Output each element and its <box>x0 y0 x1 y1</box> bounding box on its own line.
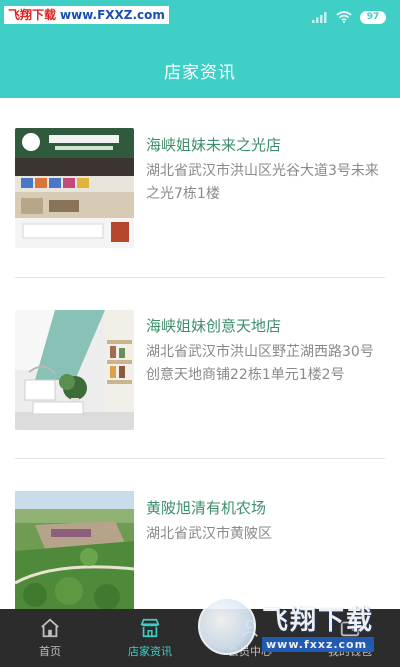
store-address: 湖北省武汉市洪山区野芷湖西路30号创意天地商铺22栋1单元1楼2号 <box>146 344 374 383</box>
status-icons: 97 <box>312 10 386 24</box>
wifi-icon <box>336 11 352 23</box>
nav-label: 店家资讯 <box>128 645 172 658</box>
logo-watermark-cn: 飞翔下载 <box>262 606 375 636</box>
home-icon <box>41 618 59 638</box>
store-name[interactable]: 黄陂旭清有机农场 <box>146 497 266 518</box>
signal-icon <box>312 12 327 23</box>
store-address: 湖北省武汉市洪山区光谷大道3号未来之光7栋1楼 <box>146 163 379 202</box>
site-watermark: 飞翔下载 www.FXXZ.com <box>4 6 169 24</box>
nav-item-store-info[interactable]: 店家资讯 <box>100 609 200 667</box>
nav-item-home[interactable]: 首页 <box>0 609 100 667</box>
app-header: 飞翔下载 www.FXXZ.com 97 店家资讯 <box>0 0 400 98</box>
logo-watermark-text: 飞翔下载 www.fxxz.com <box>262 600 375 652</box>
store-photo <box>15 491 134 611</box>
store-name[interactable]: 海峡姐妹未来之光店 <box>146 134 281 155</box>
watermark-url: www.FXXZ.com <box>60 8 165 22</box>
battery-indicator: 97 <box>360 10 386 24</box>
store-card[interactable]: 海峡姐妹未来之光店 湖北省武汉市洪山区光谷大道3号未来之光7栋1楼 <box>15 98 385 278</box>
store-card[interactable]: 海峡姐妹创意天地店 湖北省武汉市洪山区野芷湖西路30号创意天地商铺22栋1单元1… <box>15 279 385 459</box>
logo-watermark-en: www.fxxz.com <box>262 637 375 652</box>
nav-label: 首页 <box>39 645 61 658</box>
store-photo <box>15 128 134 248</box>
status-bar: 飞翔下载 www.FXXZ.com 97 <box>0 0 400 30</box>
store-name[interactable]: 海峡姐妹创意天地店 <box>146 315 281 336</box>
store-photo <box>15 310 134 430</box>
logo-watermark: 飞翔下载 www.fxxz.com <box>198 590 398 662</box>
watermark-site: 飞翔下载 <box>8 8 57 22</box>
store-icon <box>140 618 160 638</box>
watermark-logo-icon <box>198 597 256 655</box>
store-address: 湖北省武汉市黄陂区 <box>146 526 272 542</box>
page-title: 店家资讯 <box>164 63 236 83</box>
